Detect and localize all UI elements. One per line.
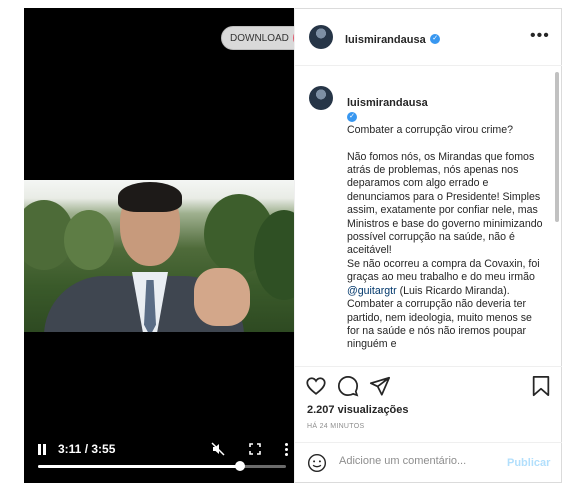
caption-username[interactable]: luismirandausa bbox=[347, 97, 428, 109]
caption-title: Combater a corrupção virou crime? bbox=[347, 124, 514, 137]
caption-avatar[interactable] bbox=[309, 86, 333, 110]
publish-button[interactable]: Publicar bbox=[507, 457, 550, 469]
post-timestamp[interactable]: HÁ 24 MINUTOS bbox=[307, 423, 364, 430]
verified-badge-icon: ✓ bbox=[430, 33, 441, 44]
post-actions: 2.207 visualizações HÁ 24 MINUTOS bbox=[295, 366, 562, 442]
video-progress-fill bbox=[38, 465, 241, 468]
view-count[interactable]: 2.207 visualizações bbox=[307, 404, 409, 416]
mute-icon[interactable] bbox=[211, 442, 225, 456]
author-avatar[interactable] bbox=[309, 25, 333, 49]
fullscreen-icon[interactable] bbox=[249, 443, 261, 455]
author-username[interactable]: luismirandausa bbox=[345, 34, 426, 46]
caption-verified-icon: ✓ bbox=[347, 112, 357, 123]
video-time: 3:11 / 3:55 bbox=[58, 442, 116, 456]
download-label: DOWNLOAD bbox=[230, 32, 289, 44]
caption-body: Não fomos nós, os Mirandas que fomos atr… bbox=[347, 150, 543, 284]
like-heart-icon[interactable] bbox=[305, 375, 327, 397]
save-bookmark-icon[interactable] bbox=[530, 375, 552, 397]
video-progress-knob[interactable] bbox=[235, 461, 246, 471]
video-menu-icon[interactable] bbox=[285, 442, 288, 456]
video-player[interactable]: DOWNLOAD bbox=[24, 8, 294, 483]
download-button[interactable]: DOWNLOAD bbox=[221, 26, 294, 50]
post-header: luismirandausa ✓ ••• bbox=[295, 8, 562, 66]
caption-scrollbar[interactable] bbox=[555, 72, 559, 222]
comment-input[interactable] bbox=[339, 455, 499, 467]
pause-icon[interactable] bbox=[38, 443, 46, 455]
video-frame bbox=[24, 180, 294, 332]
caption-area: luismirandausa ✓ Combater a corrupção vi… bbox=[295, 66, 562, 366]
caption-text: luismirandausa ✓ Combater a corrupção vi… bbox=[347, 84, 543, 352]
video-progress-bar[interactable] bbox=[38, 461, 286, 471]
more-options-icon[interactable]: ••• bbox=[530, 27, 550, 45]
mention-link[interactable]: @guitargtr bbox=[347, 285, 397, 297]
emoji-smile-icon[interactable] bbox=[307, 453, 327, 478]
share-paper-plane-icon[interactable] bbox=[369, 375, 391, 397]
video-controls: 3:11 / 3:55 bbox=[24, 432, 294, 482]
comment-bubble-icon[interactable] bbox=[337, 375, 359, 397]
comment-bar: Publicar bbox=[295, 442, 562, 483]
